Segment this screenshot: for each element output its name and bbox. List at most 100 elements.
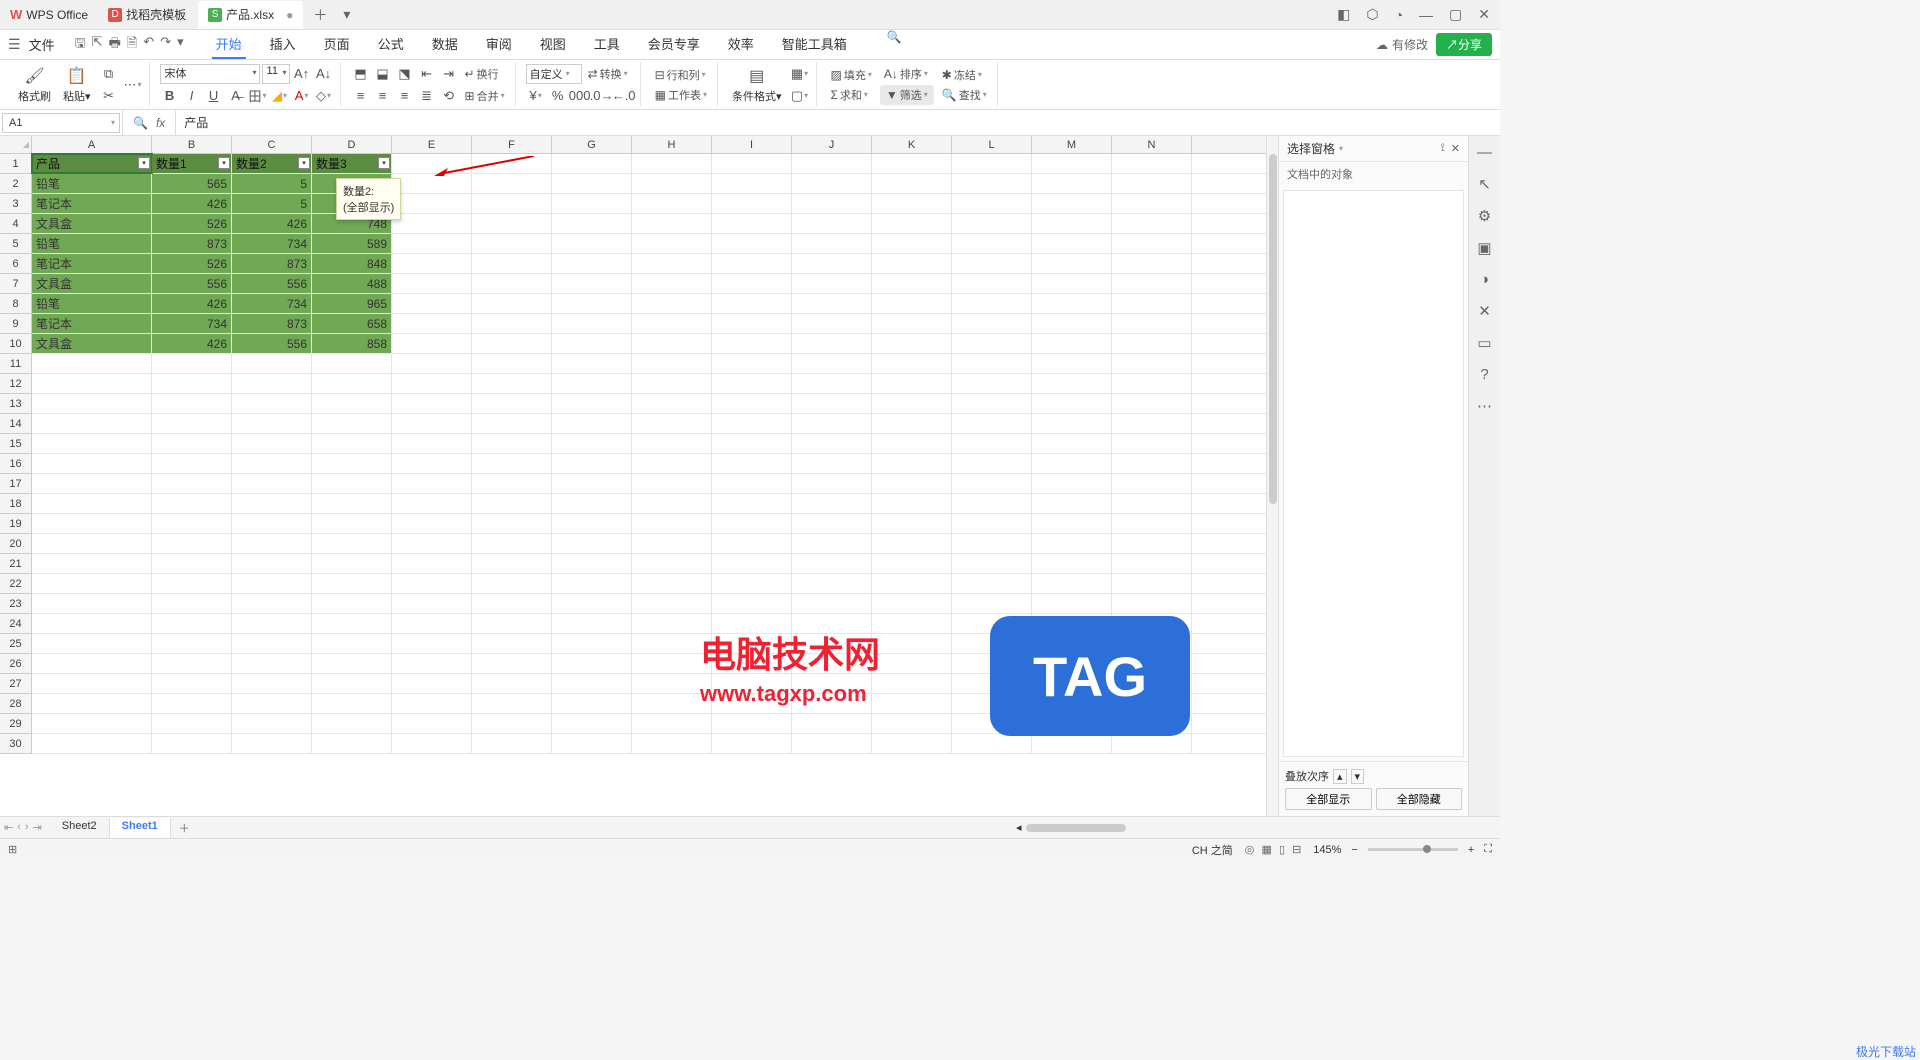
- cell[interactable]: [792, 714, 872, 733]
- cell[interactable]: [232, 514, 312, 533]
- cell[interactable]: [32, 514, 152, 533]
- cell[interactable]: 铅笔: [32, 174, 152, 193]
- cell[interactable]: [712, 594, 792, 613]
- cell[interactable]: [552, 474, 632, 493]
- cell[interactable]: [232, 434, 312, 453]
- ribbon-tab-formula[interactable]: 公式: [374, 30, 408, 59]
- row-header-13[interactable]: 13: [0, 394, 31, 414]
- cell[interactable]: [392, 334, 472, 353]
- cell[interactable]: 526: [152, 254, 232, 273]
- cell[interactable]: [32, 634, 152, 653]
- cell[interactable]: [872, 474, 952, 493]
- cell[interactable]: 铅笔: [32, 294, 152, 313]
- row-header-15[interactable]: 15: [0, 434, 31, 454]
- cell[interactable]: [952, 254, 1032, 273]
- minimize-button[interactable]: —: [1417, 5, 1435, 25]
- cell[interactable]: [792, 354, 872, 373]
- cell[interactable]: [1112, 214, 1192, 233]
- cell[interactable]: [712, 574, 792, 593]
- cell[interactable]: 426: [152, 334, 232, 353]
- cell[interactable]: [392, 574, 472, 593]
- cell[interactable]: [952, 454, 1032, 473]
- increase-indent-icon[interactable]: ⇥: [439, 64, 459, 84]
- cell[interactable]: [392, 354, 472, 373]
- cell[interactable]: [232, 574, 312, 593]
- cell[interactable]: 565: [152, 174, 232, 193]
- cell[interactable]: [1032, 434, 1112, 453]
- cell[interactable]: [152, 514, 232, 533]
- col-header-F[interactable]: F: [472, 136, 552, 153]
- cell[interactable]: 笔记本: [32, 254, 152, 273]
- zoom-slider[interactable]: [1368, 848, 1458, 851]
- cell[interactable]: [312, 434, 392, 453]
- cell[interactable]: 488: [312, 274, 392, 293]
- col-header-I[interactable]: I: [712, 136, 792, 153]
- cell[interactable]: [552, 654, 632, 673]
- cell[interactable]: [872, 674, 952, 693]
- cell[interactable]: 426: [152, 294, 232, 313]
- cell[interactable]: [552, 354, 632, 373]
- row-header-11[interactable]: 11: [0, 354, 31, 374]
- sheet-tab-1[interactable]: Sheet1: [110, 818, 171, 838]
- cell[interactable]: [472, 634, 552, 653]
- cell[interactable]: [552, 694, 632, 713]
- cell[interactable]: [952, 354, 1032, 373]
- export-icon[interactable]: ⇱: [92, 34, 103, 56]
- cell[interactable]: [632, 634, 712, 653]
- row-header-23[interactable]: 23: [0, 594, 31, 614]
- cell[interactable]: [1032, 634, 1112, 653]
- cell[interactable]: [472, 554, 552, 573]
- cell[interactable]: [152, 734, 232, 753]
- italic-icon[interactable]: I: [182, 86, 202, 106]
- cell[interactable]: [712, 474, 792, 493]
- cell[interactable]: [552, 594, 632, 613]
- cell[interactable]: [792, 514, 872, 533]
- cell[interactable]: [1032, 494, 1112, 513]
- cell[interactable]: [392, 314, 472, 333]
- cell[interactable]: [552, 254, 632, 273]
- fullscreen-icon[interactable]: ⛶: [1484, 843, 1492, 856]
- cell[interactable]: [1032, 214, 1112, 233]
- cell[interactable]: [712, 174, 792, 193]
- cell[interactable]: [872, 254, 952, 273]
- cell[interactable]: [472, 614, 552, 633]
- show-all-button[interactable]: 全部显示: [1285, 788, 1372, 810]
- cell[interactable]: [32, 534, 152, 553]
- status-mode-icon[interactable]: ⊞: [8, 843, 17, 856]
- number-format-select[interactable]: 自定义: [526, 64, 582, 84]
- screenshot-icon[interactable]: ▭: [1477, 334, 1491, 352]
- cell[interactable]: [552, 334, 632, 353]
- format-brush-button[interactable]: 🖌 格式刷: [14, 64, 55, 106]
- cell[interactable]: [792, 174, 872, 193]
- cell[interactable]: [1112, 574, 1192, 593]
- cell[interactable]: [152, 454, 232, 473]
- cell[interactable]: [1112, 294, 1192, 313]
- cell[interactable]: [552, 534, 632, 553]
- cell[interactable]: 笔记本: [32, 314, 152, 333]
- cell[interactable]: [472, 294, 552, 313]
- cell[interactable]: 426: [152, 194, 232, 213]
- cell[interactable]: 526: [152, 214, 232, 233]
- row-header-25[interactable]: 25: [0, 634, 31, 654]
- cell[interactable]: [632, 574, 712, 593]
- cell[interactable]: [792, 334, 872, 353]
- cell-format-icon[interactable]: ▢: [790, 86, 810, 106]
- row-header-24[interactable]: 24: [0, 614, 31, 634]
- send-backward-icon[interactable]: ▾: [1351, 769, 1365, 784]
- cell[interactable]: [872, 534, 952, 553]
- cell[interactable]: [152, 534, 232, 553]
- cell[interactable]: [872, 214, 952, 233]
- cell[interactable]: [472, 714, 552, 733]
- cell[interactable]: [1032, 194, 1112, 213]
- cell[interactable]: [952, 334, 1032, 353]
- cell[interactable]: [1112, 254, 1192, 273]
- cell[interactable]: [1112, 394, 1192, 413]
- cell[interactable]: [872, 654, 952, 673]
- cell[interactable]: [392, 474, 472, 493]
- ribbon-tab-tools[interactable]: 工具: [590, 30, 624, 59]
- cell[interactable]: [712, 434, 792, 453]
- cell[interactable]: [1032, 694, 1112, 713]
- cell[interactable]: 848: [312, 254, 392, 273]
- cell[interactable]: [792, 194, 872, 213]
- cell[interactable]: 734: [232, 294, 312, 313]
